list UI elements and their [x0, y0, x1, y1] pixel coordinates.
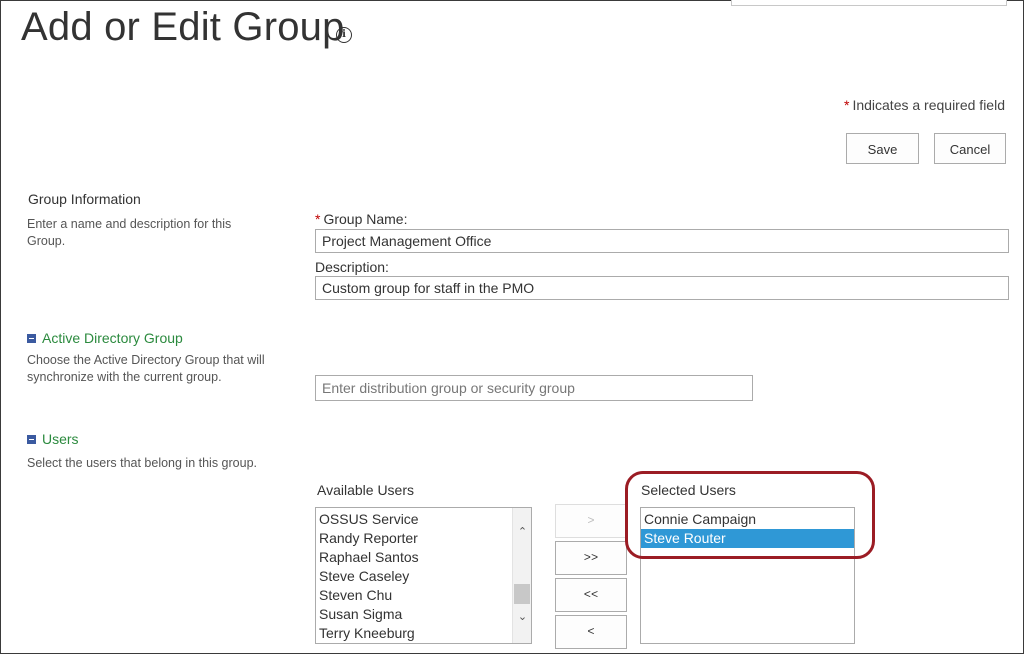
required-field-note: * Indicates a required field: [844, 97, 1005, 113]
list-item[interactable]: Steve Caseley: [316, 567, 531, 586]
required-note-text: Indicates a required field: [852, 97, 1005, 113]
group-info-description: Enter a name and description for this Gr…: [27, 217, 232, 248]
scroll-down-icon[interactable]: ⌄: [516, 611, 529, 624]
active-directory-input[interactable]: Enter distribution group or security gro…: [315, 375, 753, 401]
users-toggle[interactable]: Users: [27, 431, 79, 447]
available-users-list[interactable]: OSSUS Service Randy Reporter Raphael San…: [315, 507, 532, 644]
page-title: Add or Edit Group: [21, 5, 345, 49]
group-name-label-text: Group Name:: [323, 211, 408, 227]
group-name-input[interactable]: Project Management Office: [315, 229, 1009, 253]
list-item[interactable]: Susan Sigma: [316, 605, 531, 624]
top-search-box[interactable]: [731, 0, 1007, 6]
description-input[interactable]: Custom group for staff in the PMO: [315, 276, 1009, 300]
add-all-users-button[interactable]: >>: [555, 541, 627, 575]
list-item[interactable]: OSSUS Service: [316, 510, 531, 529]
list-item[interactable]: Raphael Santos: [316, 548, 531, 567]
available-users-label: Available Users: [317, 482, 415, 498]
remove-user-button[interactable]: <: [555, 615, 627, 649]
selected-users-list[interactable]: Connie Campaign Steve Router: [640, 507, 855, 644]
cancel-button[interactable]: Cancel: [934, 133, 1006, 164]
active-directory-title: Active Directory Group: [42, 330, 183, 346]
selected-users-label: Selected Users: [641, 482, 736, 498]
list-item[interactable]: Connie Campaign: [641, 510, 854, 529]
remove-all-users-button[interactable]: <<: [555, 578, 627, 612]
scroll-up-icon[interactable]: ⌃: [516, 526, 529, 539]
group-name-required-star: *: [315, 211, 321, 227]
group-info-title: Group Information: [28, 191, 141, 207]
group-name-label: * Group Name:: [315, 211, 408, 227]
active-directory-toggle[interactable]: Active Directory Group: [27, 330, 183, 346]
list-item[interactable]: Steven Chu: [316, 586, 531, 605]
collapse-icon: [27, 333, 36, 343]
collapse-icon: [27, 434, 36, 444]
save-button[interactable]: Save: [846, 133, 919, 164]
required-star: *: [844, 97, 850, 113]
description-label: Description:: [315, 259, 389, 275]
scrollbar[interactable]: ⌃ ⌄: [512, 508, 531, 643]
users-description: Select the users that belong in this gro…: [27, 456, 258, 470]
scroll-thumb[interactable]: [514, 584, 530, 604]
active-directory-description: Choose the Active Directory Group that w…: [27, 353, 265, 384]
users-title: Users: [42, 431, 79, 447]
page-frame: Add or Edit Group i * Indicates a require…: [0, 0, 1024, 654]
list-item[interactable]: Randy Reporter: [316, 529, 531, 548]
info-icon[interactable]: i: [336, 27, 352, 43]
list-item-selected[interactable]: Steve Router: [641, 529, 854, 548]
list-item[interactable]: Terry Kneeburg: [316, 624, 531, 643]
add-user-button[interactable]: >: [555, 504, 627, 538]
